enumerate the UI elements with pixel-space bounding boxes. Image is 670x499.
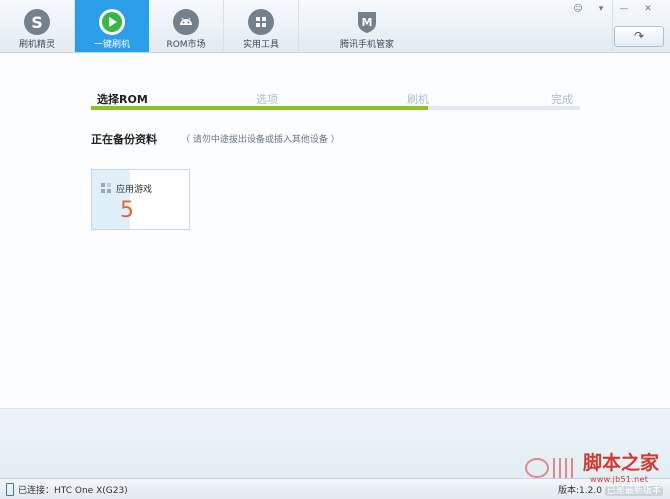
step-progress-fill bbox=[91, 106, 429, 110]
svg-text:M: M bbox=[362, 16, 373, 29]
grid-tools-icon bbox=[248, 9, 274, 35]
tab-label: 刷机精灵 bbox=[18, 40, 55, 50]
tab-label: 一键刷机 bbox=[93, 40, 130, 50]
menu-dropdown-icon[interactable]: ▾ bbox=[593, 3, 609, 15]
tab-rom-market[interactable]: ROM市场 bbox=[149, 0, 223, 52]
app-games-card: 应用游戏 5 bbox=[91, 169, 190, 230]
main-content: 选择ROM 选项 刷机 完成 正在备份资料 （ 请勿中途拔出设备或插入其他设备 … bbox=[0, 53, 670, 408]
tab-divider bbox=[298, 0, 299, 52]
version-info: 版本:1.2.0 已是最新版本 bbox=[558, 483, 663, 496]
phone-icon bbox=[6, 483, 14, 496]
redo-arrow-icon: ↷ bbox=[633, 29, 645, 43]
close-icon[interactable]: ✕ bbox=[640, 3, 656, 15]
card-count: 5 bbox=[120, 198, 134, 223]
tab-label: 腾讯手机管家 bbox=[339, 40, 394, 50]
back-button[interactable]: ↷ bbox=[614, 26, 664, 47]
s-logo-icon: S bbox=[24, 9, 50, 35]
status-bar: 已连接：HTC One X(G23) 版本:1.2.0 已是最新版本 bbox=[0, 478, 670, 499]
minimize-icon[interactable]: — bbox=[616, 3, 632, 15]
tab-label: ROM市场 bbox=[166, 40, 206, 50]
svg-text:S: S bbox=[31, 13, 43, 32]
step-options: 选项 bbox=[256, 93, 278, 106]
step-complete: 完成 bbox=[551, 93, 573, 106]
top-toolbar: S 刷机精灵 一键刷机 ROM市场 实用工具 M 腾讯手机管家 ☺ ▾ — ✕ … bbox=[0, 0, 670, 53]
card-label: 应用游戏 bbox=[116, 185, 153, 195]
shield-m-icon: M bbox=[354, 9, 380, 35]
watermark-site-name: 脚本之家 bbox=[583, 452, 660, 474]
tab-divider bbox=[612, 0, 613, 52]
step-flash: 刷机 bbox=[407, 93, 429, 106]
version-label: 版本:1.2.0 bbox=[558, 486, 602, 496]
backup-title: 正在备份资料 bbox=[91, 133, 157, 146]
backup-hint: （ 请勿中途拔出设备或插入其他设备 ） bbox=[181, 135, 340, 145]
step-select-rom: 选择ROM bbox=[97, 93, 148, 106]
app-window: S 刷机精灵 一键刷机 ROM市场 实用工具 M 腾讯手机管家 ☺ ▾ — ✕ … bbox=[0, 0, 670, 499]
tab-tencent-manager[interactable]: M 腾讯手机管家 bbox=[318, 0, 416, 52]
watermark-url: www.jb51.net bbox=[590, 475, 649, 484]
tab-label: 实用工具 bbox=[242, 40, 279, 50]
version-badge[interactable]: 已是最新版本 bbox=[604, 486, 663, 496]
apps-grid-icon bbox=[101, 183, 111, 193]
connection-status: 已连接：HTC One X(G23) bbox=[18, 486, 128, 496]
android-icon bbox=[173, 9, 199, 35]
play-icon bbox=[99, 9, 125, 35]
tab-one-click-flash[interactable]: 一键刷机 bbox=[75, 0, 149, 52]
step-progress-track bbox=[91, 106, 580, 110]
tab-flash-wizard[interactable]: S 刷机精灵 bbox=[0, 0, 74, 52]
feedback-icon[interactable]: ☺ bbox=[570, 3, 586, 15]
tab-utilities[interactable]: 实用工具 bbox=[224, 0, 298, 52]
